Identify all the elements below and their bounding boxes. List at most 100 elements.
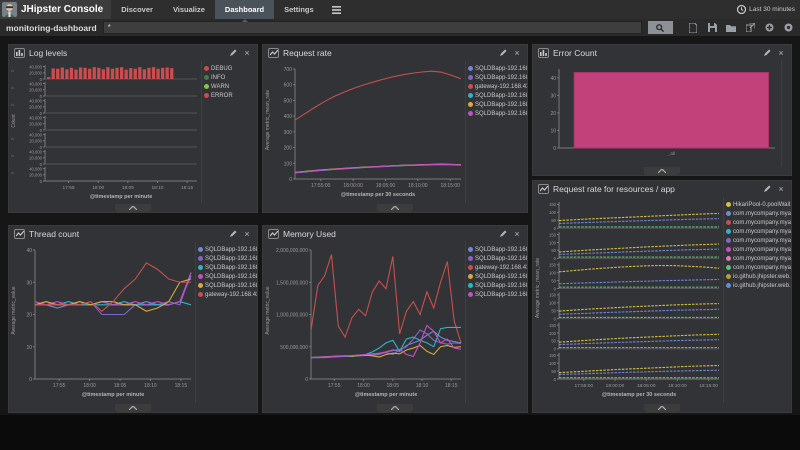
edit-panel-icon[interactable]	[498, 48, 508, 58]
edit-panel-icon[interactable]	[762, 48, 772, 58]
svg-text:50: 50	[551, 369, 556, 374]
legend-item[interactable]: SQLDBapp-192.168.4...	[198, 263, 257, 272]
svg-text:@timestamp per minute: @timestamp per minute	[355, 392, 418, 398]
legend-item[interactable]: com.mycompany.myap...	[726, 236, 791, 245]
svg-text:0: 0	[554, 347, 557, 352]
panel-header[interactable]: Error Count×	[533, 45, 791, 61]
panel-header[interactable]: Thread count×	[9, 226, 257, 242]
time-picker[interactable]: Last 30 minutes	[732, 0, 800, 19]
legend-item[interactable]: io.github.jhipster.web.r...	[726, 281, 791, 290]
legend-item[interactable]: SQLDBapp-192.168.4...	[468, 109, 527, 118]
clock-icon	[737, 5, 746, 14]
add-visualization-icon[interactable]	[763, 22, 775, 34]
hamburger-icon	[332, 6, 341, 14]
legend-item[interactable]: com.mycompany.myap...	[726, 209, 791, 218]
legend-item[interactable]: SQLDBapp-192.168.4...	[198, 281, 257, 290]
remove-panel-icon[interactable]: ×	[242, 48, 252, 58]
svg-text:ılı: ılı	[11, 154, 14, 158]
panel-header[interactable]: Log levels×	[9, 45, 257, 61]
nav-item-visualize[interactable]: Visualize	[163, 0, 215, 19]
edit-panel-icon[interactable]	[228, 48, 238, 58]
legend-item[interactable]: INFO	[204, 73, 257, 82]
legend-label: com.mycompany.myap...	[733, 229, 791, 235]
legend-label: io.github.jhipster.web.r...	[733, 274, 791, 280]
options-gear-icon[interactable]	[782, 22, 794, 34]
legend-item[interactable]: gateway-192.168.43.8...	[198, 290, 257, 299]
legend-item[interactable]: com.mycompany.myap...	[726, 254, 791, 263]
panel-memory-used: Memory Used×2,000,000,0001,500,000,0001,…	[262, 225, 528, 413]
bar-chart-icon	[538, 48, 549, 58]
collapse-panel-tab[interactable]	[115, 404, 151, 412]
svg-text:150: 150	[549, 232, 557, 237]
search-button[interactable]	[648, 21, 673, 34]
collapse-panel-tab[interactable]	[644, 167, 680, 175]
collapse-panel-tab[interactable]	[377, 404, 413, 412]
legend-item[interactable]: SQLDBapp-192.168.4...	[468, 100, 527, 109]
dashboard-actions	[687, 22, 794, 34]
nav-item-settings[interactable]: Settings	[274, 0, 324, 19]
collapse-panel-tab[interactable]	[377, 204, 413, 212]
legend-item[interactable]: gateway-192.168.43.8...	[468, 263, 527, 272]
menu-toggle-button[interactable]	[324, 0, 349, 19]
legend-item[interactable]: SQLDBapp-192.168.4...	[468, 281, 527, 290]
legend-item[interactable]: HikariPool-0.poolWait	[726, 200, 791, 209]
nav-item-discover[interactable]: Discover	[111, 0, 163, 19]
legend-item[interactable]: SQLDBapp-192.168.4...	[468, 73, 527, 82]
collapse-panel-tab[interactable]	[644, 404, 680, 412]
collapse-panel-tab[interactable]	[115, 204, 151, 212]
legend-item[interactable]: com.mycompany.myap...	[726, 263, 791, 272]
legend-item[interactable]: SQLDBapp-192.168.4...	[468, 245, 527, 254]
legend-item[interactable]: WARN	[204, 82, 257, 91]
legend-item[interactable]: com.mycompany.myap...	[726, 227, 791, 236]
remove-panel-icon[interactable]: ×	[242, 229, 252, 239]
remove-panel-icon[interactable]: ×	[776, 48, 786, 58]
svg-text:700: 700	[284, 67, 293, 73]
save-dashboard-icon[interactable]	[706, 22, 718, 34]
legend-item[interactable]: SQLDBapp-192.168.4...	[468, 91, 527, 100]
panel-header[interactable]: Memory Used×	[263, 226, 527, 242]
legend-item[interactable]: ERROR	[204, 91, 257, 100]
legend-item[interactable]: com.mycompany.myap...	[726, 218, 791, 227]
legend-label: gateway-192.168.43.8...	[205, 292, 257, 298]
legend-item[interactable]: gateway-192.168.43.8...	[468, 82, 527, 91]
nav-item-dashboard[interactable]: Dashboard	[215, 0, 274, 19]
legend-label: HikariPool-0.poolWait	[733, 202, 790, 208]
legend-item[interactable]: io.github.jhipster.web.r...	[726, 272, 791, 281]
legend-label: ERROR	[211, 93, 233, 99]
panel-header[interactable]: Request rate×	[263, 45, 527, 61]
legend-label: SQLDBapp-192.168.4...	[475, 66, 527, 72]
edit-panel-icon[interactable]	[498, 229, 508, 239]
svg-text:ılı: ılı	[11, 69, 14, 73]
remove-panel-icon[interactable]: ×	[776, 184, 786, 194]
legend-item[interactable]: SQLDBapp-192.168.4...	[468, 64, 527, 73]
legend-item[interactable]: SQLDBapp-192.168.4...	[198, 254, 257, 263]
svg-text:0: 0	[40, 179, 43, 184]
svg-text:0: 0	[554, 226, 557, 231]
share-dashboard-icon[interactable]	[744, 22, 756, 34]
legend-item[interactable]: com.mycompany.myap...	[726, 245, 791, 254]
svg-text:18:15: 18:15	[445, 383, 458, 389]
legend-item[interactable]: SQLDBapp-192.168.4...	[468, 272, 527, 281]
svg-text:10: 10	[550, 128, 556, 134]
query-input[interactable]	[103, 21, 642, 34]
svg-text:18:10: 18:10	[416, 383, 429, 389]
panel-header[interactable]: Request rate for resources / app×	[533, 181, 791, 197]
svg-text:100: 100	[284, 161, 293, 167]
new-dashboard-icon[interactable]	[687, 22, 699, 34]
remove-panel-icon[interactable]: ×	[512, 229, 522, 239]
svg-text:30: 30	[26, 280, 32, 286]
brand[interactable]: JHipster Console	[0, 0, 111, 19]
edit-panel-icon[interactable]	[228, 229, 238, 239]
load-dashboard-icon[interactable]	[725, 22, 737, 34]
svg-text:18:05: 18:05	[122, 185, 134, 191]
navbar-spacer	[349, 0, 732, 19]
legend-item[interactable]: SQLDBapp-192.168.4...	[198, 245, 257, 254]
line-chart-icon	[268, 229, 279, 239]
svg-text:0: 0	[554, 316, 557, 321]
legend-item[interactable]: SQLDBapp-192.168.4...	[198, 272, 257, 281]
remove-panel-icon[interactable]: ×	[512, 48, 522, 58]
legend-item[interactable]: SQLDBapp-192.168.4...	[468, 254, 527, 263]
edit-panel-icon[interactable]	[762, 184, 772, 194]
legend-item[interactable]: SQLDBapp-192.168.4...	[468, 290, 527, 299]
legend-item[interactable]: DEBUG	[204, 64, 257, 73]
